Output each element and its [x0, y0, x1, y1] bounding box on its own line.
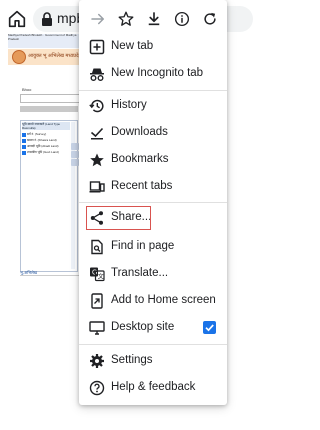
- lock-icon[interactable]: [40, 11, 54, 27]
- menu-item-label: Help & feedback: [111, 381, 196, 393]
- page-gray-bar: [20, 106, 78, 112]
- tree-item[interactable]: आबादी भूमि (Abadi Land): [27, 144, 58, 148]
- menu-item-downloads[interactable]: Downloads: [79, 120, 227, 146]
- footer-divider: [20, 275, 84, 276]
- svg-text:文: 文: [98, 273, 104, 281]
- help-icon: [89, 380, 105, 396]
- downloads-icon: [90, 127, 104, 140]
- menu-item-label: New Incognito tab: [111, 67, 204, 79]
- history-icon: [89, 99, 104, 113]
- bookmarks-icon: [90, 153, 104, 167]
- menu-item-label: Find in page: [111, 240, 175, 252]
- menu-item-label: Desktop site: [111, 321, 175, 333]
- site-header: Madhya Pradesh Bhulekh · Government of M…: [8, 34, 86, 48]
- find-in-page-icon: [91, 239, 103, 255]
- add-to-home-icon: [91, 293, 103, 309]
- info-icon[interactable]: [173, 10, 191, 28]
- desktop-site-checkbox[interactable]: [203, 321, 216, 334]
- menu-item-recent-tabs[interactable]: Recent tabs: [79, 174, 227, 200]
- menu-item-add-to-home-screen[interactable]: Add to Home screen: [79, 288, 227, 314]
- tree-panel-heading: भूमि स्वामी जानकारी (Land Type Rasmulla): [22, 122, 70, 130]
- menu-item-label: Translate...: [111, 267, 169, 279]
- download-icon[interactable]: [145, 10, 163, 28]
- nav-center-icon[interactable]: [71, 151, 79, 158]
- menu-item-label: Add to Home screen: [111, 294, 216, 306]
- incognito-icon: [90, 68, 104, 81]
- menu-item-label: History: [111, 99, 147, 111]
- desktop-site-icon: [89, 321, 105, 335]
- tree-panel: भूमि स्वामी जानकारी (Land Type Rasmulla)…: [20, 120, 78, 272]
- nav-down-icon[interactable]: [71, 159, 79, 166]
- menu-item-desktop-site[interactable]: Desktop site: [79, 315, 227, 341]
- menu-item-label: Settings: [111, 354, 153, 366]
- tree-checkbox[interactable]: [22, 133, 26, 137]
- menu-divider: [79, 90, 227, 91]
- star-icon[interactable]: [117, 10, 135, 28]
- recent-tabs-icon: [89, 181, 105, 193]
- settings-icon: [90, 354, 104, 368]
- menu-item-new-incognito-tab[interactable]: New Incognito tab: [79, 61, 227, 87]
- tree-checkbox[interactable]: [22, 151, 26, 155]
- menu-item-settings[interactable]: Settings: [79, 348, 227, 374]
- new-tab-icon: [89, 39, 105, 55]
- menu-item-bookmarks[interactable]: Bookmarks: [79, 147, 227, 173]
- tree-checkbox[interactable]: [22, 139, 26, 143]
- translate-icon: G 文: [90, 267, 105, 282]
- page-select-field[interactable]: [20, 94, 80, 103]
- checkmark-icon: [205, 324, 214, 332]
- menu-item-translate[interactable]: G 文 Translate...: [79, 261, 227, 287]
- overflow-menu: New tab New Incognito tab History Downlo…: [79, 0, 227, 405]
- forward-arrow-icon[interactable]: [89, 10, 107, 28]
- menu-item-label: Recent tabs: [111, 180, 173, 192]
- menu-divider: [79, 202, 227, 203]
- menu-item-help-feedback[interactable]: Help & feedback: [79, 375, 227, 401]
- menu-item-find-in-page[interactable]: Find in page: [79, 234, 227, 260]
- nav-up-icon[interactable]: [71, 143, 79, 150]
- menu-item-new-tab[interactable]: New tab: [79, 34, 227, 60]
- tree-checkbox[interactable]: [22, 145, 26, 149]
- tree-item[interactable]: शासकीय भूमि (Govt Land): [27, 150, 59, 154]
- tree-item[interactable]: खसरा नं. (Khasra Land): [27, 138, 57, 142]
- menu-divider: [79, 344, 227, 345]
- home-icon[interactable]: [6, 8, 28, 30]
- tree-item[interactable]: सर्वे नं. (Survey): [27, 132, 46, 136]
- site-title: आयुक्त भू अभिलेख मध्यप्रदेश: [28, 53, 83, 59]
- site-logo: [12, 50, 26, 64]
- share-highlight-box: [86, 206, 151, 230]
- field-label: Bhoo: [22, 87, 32, 92]
- refresh-icon[interactable]: [201, 10, 219, 28]
- menu-item-label: New tab: [111, 40, 154, 52]
- menu-top-actions: [79, 0, 227, 38]
- background-webpage: Madhya Pradesh Bhulekh · Government of M…: [8, 34, 86, 276]
- menu-item-label: Bookmarks: [111, 153, 169, 165]
- menu-item-history[interactable]: History: [79, 93, 227, 119]
- menu-item-label: Downloads: [111, 126, 168, 138]
